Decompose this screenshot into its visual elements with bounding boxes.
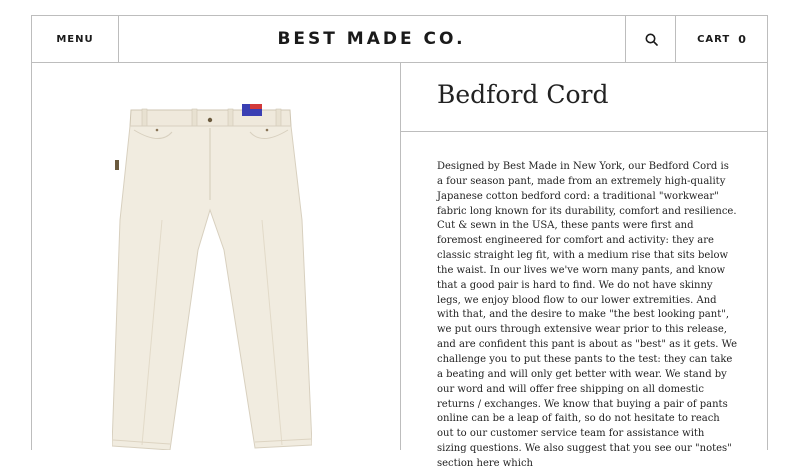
cart-button[interactable]: CART 0	[675, 16, 768, 62]
cart-label: CART	[697, 33, 731, 45]
site-header: MENU BEST MADE CO. CART 0	[31, 15, 768, 63]
menu-label: MENU	[56, 33, 94, 45]
product-details-panel: Bedford Cord Designed by Best Made in Ne…	[400, 62, 768, 469]
product-image[interactable]	[112, 100, 312, 450]
cart-count: 0	[738, 32, 747, 46]
brand-name: BEST MADE CO.	[277, 29, 466, 49]
product-title: Bedford Cord	[437, 80, 609, 109]
menu-button[interactable]: MENU	[32, 16, 119, 62]
product-image-panel	[31, 62, 401, 450]
search-icon	[645, 33, 658, 46]
product-description: Designed by Best Made in New York, our B…	[437, 161, 738, 469]
product-title-area: Bedford Cord	[400, 62, 767, 132]
brand-logo[interactable]: BEST MADE CO.	[118, 16, 625, 62]
search-button[interactable]	[625, 16, 676, 62]
